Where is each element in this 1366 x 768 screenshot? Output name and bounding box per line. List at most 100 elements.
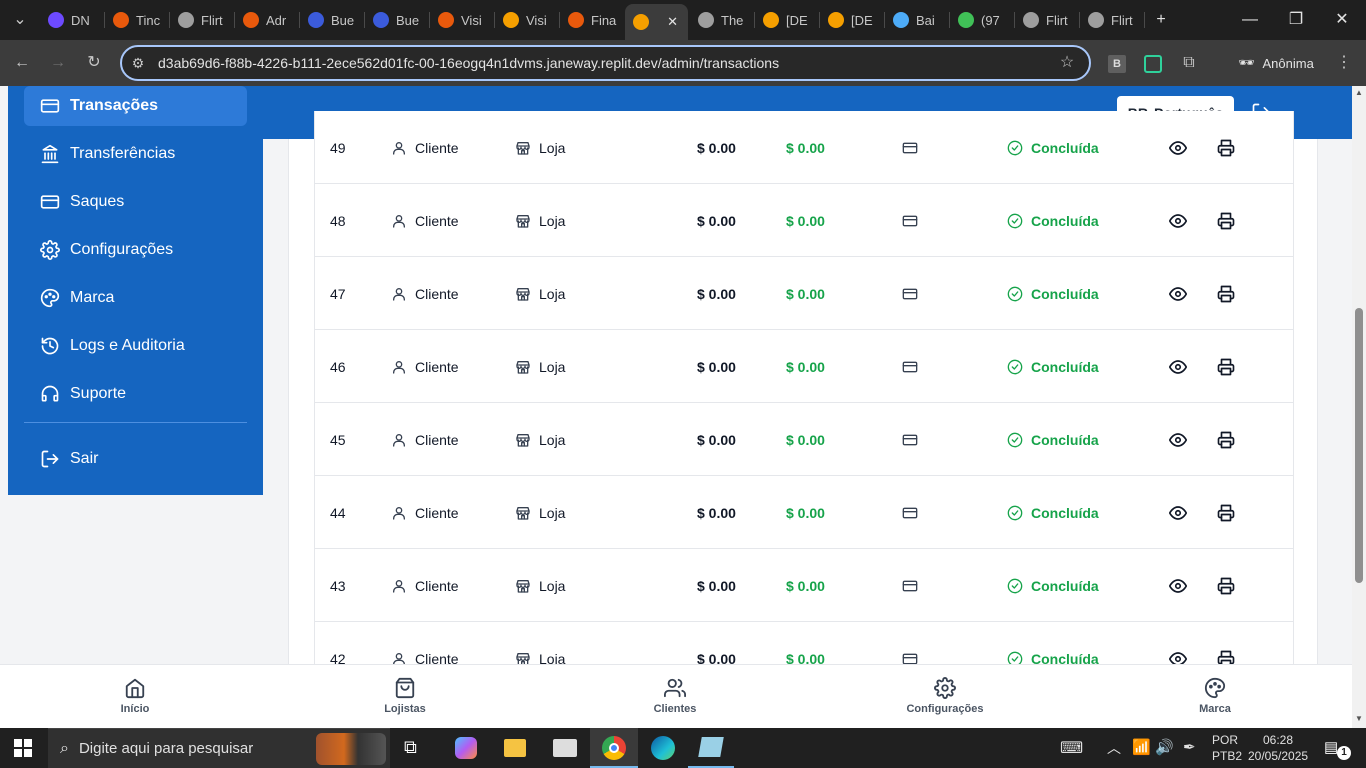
bottom-nav-item-2[interactable]: Clientes bbox=[615, 677, 735, 715]
sidebar-item-3[interactable]: Configurações bbox=[24, 230, 247, 270]
browser-tab[interactable]: Flirt bbox=[1015, 6, 1078, 34]
sidebar-item-logout[interactable]: Sair bbox=[24, 439, 247, 479]
browser-tab[interactable]: [DE bbox=[820, 6, 883, 34]
browser-tab[interactable]: Visi bbox=[495, 6, 558, 34]
pen-icon[interactable]: ✒ bbox=[1183, 738, 1196, 756]
page-scrollbar[interactable]: ▲ ▼ bbox=[1352, 86, 1366, 728]
reload-icon[interactable]: ↻ bbox=[82, 53, 106, 73]
view-button[interactable] bbox=[1169, 257, 1195, 330]
sidebar-item-4[interactable]: Marca bbox=[24, 278, 247, 318]
view-button[interactable] bbox=[1169, 622, 1195, 664]
show-hidden-icons-chevron-icon[interactable]: ︿ bbox=[1107, 738, 1121, 758]
keyboard-icon[interactable]: ⌨ bbox=[1060, 738, 1083, 758]
volume-icon[interactable]: 🔊 bbox=[1155, 738, 1174, 756]
scrollbar-thumb[interactable] bbox=[1355, 308, 1363, 583]
sidebar-item-6[interactable]: Suporte bbox=[24, 374, 247, 414]
browser-tab[interactable]: Bai bbox=[885, 6, 948, 34]
file-explorer-icon[interactable] bbox=[504, 739, 526, 757]
eye-icon bbox=[1169, 504, 1195, 522]
site-info-icon[interactable]: ⚙ bbox=[126, 53, 150, 73]
browser-tab[interactable]: Bue bbox=[300, 6, 363, 34]
browser-tab[interactable]: The bbox=[690, 6, 753, 34]
tab-title: Flirt bbox=[1111, 12, 1133, 28]
print-button[interactable] bbox=[1217, 111, 1243, 184]
sidebar-item-5[interactable]: Logs e Auditoria bbox=[24, 326, 247, 366]
store-cell: Loja bbox=[515, 476, 565, 549]
view-button[interactable] bbox=[1169, 330, 1195, 403]
bookmark-star-icon[interactable]: ☆ bbox=[1055, 53, 1079, 73]
address-bar[interactable]: ⚙ d3ab69d6-f88b-4226-b111-2ece562d01fc-0… bbox=[120, 45, 1091, 81]
browser-tab[interactable]: ✕ bbox=[625, 4, 688, 40]
browser-tab[interactable]: DN bbox=[40, 6, 103, 34]
clock-date: 20/05/2025 bbox=[1248, 749, 1309, 763]
sidebar-item-0[interactable]: Transações bbox=[24, 86, 247, 126]
store-cell: Loja bbox=[515, 184, 565, 257]
print-button[interactable] bbox=[1217, 184, 1243, 257]
print-button[interactable] bbox=[1217, 549, 1243, 622]
notifications-icon[interactable]: ▤ 1 bbox=[1324, 738, 1351, 760]
store-name: Loja bbox=[539, 285, 566, 302]
extension-green-icon[interactable] bbox=[1144, 55, 1162, 73]
view-button[interactable] bbox=[1169, 184, 1195, 257]
view-button[interactable] bbox=[1169, 403, 1195, 476]
back-icon[interactable]: ← bbox=[10, 53, 34, 73]
task-view-icon[interactable]: ⧉ bbox=[404, 737, 417, 758]
browser-tab[interactable]: [DE bbox=[755, 6, 818, 34]
copilot-icon[interactable] bbox=[455, 737, 477, 759]
view-button[interactable] bbox=[1169, 111, 1195, 184]
network-icon[interactable]: 📶 bbox=[1132, 738, 1151, 756]
minimize-button[interactable]: — bbox=[1238, 8, 1262, 32]
sidebar-item-2[interactable]: Saques bbox=[24, 182, 247, 222]
sidebar-item-label: Suporte bbox=[70, 385, 127, 402]
sidebar-item-1[interactable]: Transferências bbox=[24, 134, 247, 174]
print-button[interactable] bbox=[1217, 403, 1243, 476]
tab-favicon-icon bbox=[373, 12, 389, 28]
profile-button[interactable]: 🕶 Anônima bbox=[1228, 48, 1316, 78]
bottom-nav-item-0[interactable]: Início bbox=[75, 677, 195, 715]
view-button[interactable] bbox=[1169, 476, 1195, 549]
new-tab-button[interactable]: + bbox=[1149, 8, 1173, 32]
windows-start-icon[interactable] bbox=[14, 739, 32, 757]
chrome-taskbar-icon[interactable] bbox=[590, 728, 638, 768]
tab-search-icon[interactable]: ⌄ bbox=[8, 10, 32, 30]
printer-icon bbox=[1217, 139, 1243, 157]
amount: $ 0.00 bbox=[697, 577, 736, 594]
bottom-nav-item-1[interactable]: Lojistas bbox=[345, 677, 465, 715]
edge-icon[interactable] bbox=[651, 736, 675, 760]
browser-tab[interactable]: Flirt bbox=[170, 6, 233, 34]
status-text: Concluída bbox=[1031, 212, 1099, 229]
extension-b-icon[interactable]: B bbox=[1108, 55, 1126, 73]
user-icon bbox=[391, 359, 415, 375]
bottom-nav-item-4[interactable]: Marca bbox=[1155, 677, 1275, 715]
browser-tab[interactable]: Flirt bbox=[1080, 6, 1143, 34]
browser-tab[interactable]: Adr bbox=[235, 6, 298, 34]
print-button[interactable] bbox=[1217, 330, 1243, 403]
user-icon bbox=[391, 578, 415, 594]
app-window-icon bbox=[698, 737, 724, 757]
bottom-nav-item-3[interactable]: Configurações bbox=[885, 677, 1005, 715]
browser-tab[interactable]: Bue bbox=[365, 6, 428, 34]
tab-title: Bue bbox=[396, 12, 420, 28]
close-window-button[interactable]: ✕ bbox=[1330, 8, 1354, 32]
tab-close-icon[interactable]: ✕ bbox=[667, 14, 678, 30]
extensions-puzzle-icon[interactable]: ⧉ bbox=[1177, 53, 1201, 73]
taskbar-search[interactable]: ⌕ Digite aqui para pesquisar bbox=[48, 728, 390, 768]
input-language[interactable]: POR PTB2 bbox=[1212, 732, 1242, 764]
print-button[interactable] bbox=[1217, 257, 1243, 330]
browser-tab[interactable]: Fina bbox=[560, 6, 623, 34]
browser-tab[interactable]: Visi bbox=[430, 6, 493, 34]
print-button[interactable] bbox=[1217, 622, 1243, 664]
mail-icon[interactable] bbox=[553, 739, 577, 757]
scroll-down-arrow[interactable]: ▼ bbox=[1355, 714, 1363, 723]
browser-tab[interactable]: (97 bbox=[950, 6, 1013, 34]
app-taskbar-icon[interactable] bbox=[688, 728, 734, 768]
print-button[interactable] bbox=[1217, 476, 1243, 549]
clock[interactable]: 06:28 20/05/2025 bbox=[1248, 732, 1308, 764]
chrome-menu-icon[interactable]: ⋮ bbox=[1332, 53, 1356, 73]
view-button[interactable] bbox=[1169, 549, 1195, 622]
maximize-button[interactable]: ❐ bbox=[1284, 8, 1308, 32]
browser-tab[interactable]: Tinc bbox=[105, 6, 168, 34]
forward-icon[interactable]: → bbox=[46, 53, 70, 73]
payment-method-card-icon bbox=[902, 184, 926, 257]
scroll-up-arrow[interactable]: ▲ bbox=[1355, 88, 1363, 97]
